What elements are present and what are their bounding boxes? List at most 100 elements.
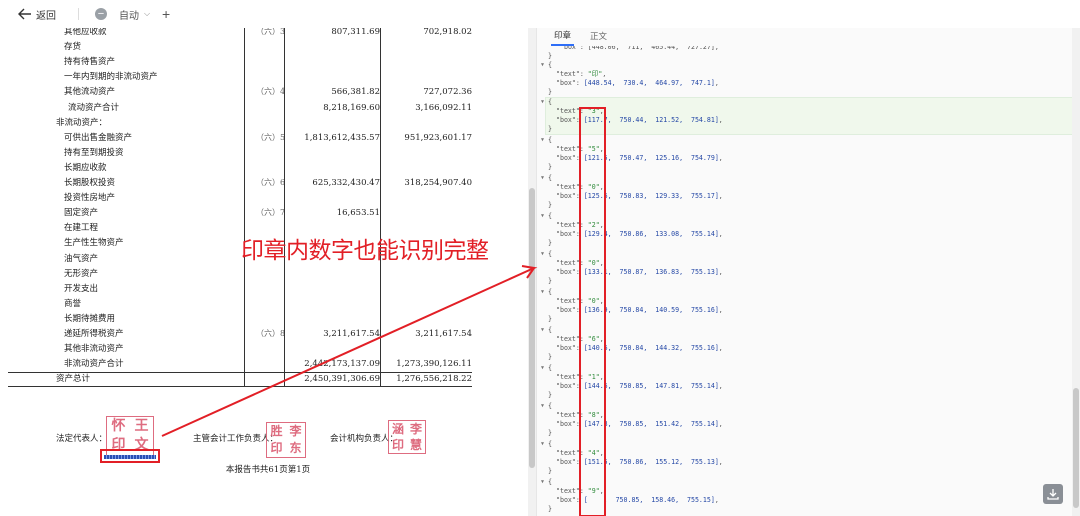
row-note: （六）5 <box>256 132 286 142</box>
signature-area: 法定代表人： 怀王印文 主管会计工作负责人： 胜李印东 会计机构负责人： 涵李印… <box>8 408 528 463</box>
json-line: "text": "2", <box>556 221 604 229</box>
json-line: "box": [151.5, 750.86, 155.12, 755.13], <box>556 458 723 466</box>
zoom-in-button[interactable]: + <box>160 6 172 22</box>
json-entry-open: ▼{ <box>541 326 552 335</box>
row-label: 持有待售资产 <box>64 57 116 68</box>
row-note: （六）4 <box>256 87 286 97</box>
row-label: 非流动资产合计 <box>64 359 124 370</box>
collapse-toggle-icon[interactable]: ▼ <box>541 136 544 145</box>
table-row: 长期待摊费用 <box>8 312 528 326</box>
json-entry-open: ▼{ <box>541 364 552 373</box>
json-entry-close: } <box>548 315 552 323</box>
scrollbar-thumb[interactable] <box>529 188 535 468</box>
zoom-out-button[interactable]: − <box>95 8 107 20</box>
zoom-value: 自动 <box>119 10 139 22</box>
collapse-toggle-icon[interactable]: ▼ <box>541 61 544 70</box>
back-label: 返回 <box>36 10 56 22</box>
row-label: 长期待摊费用 <box>64 313 116 324</box>
json-entry-close: } <box>548 125 552 133</box>
json-line: "text": "3", <box>556 107 604 115</box>
table-row: 固定资产 （六）7 16,653.51 <box>8 206 528 220</box>
json-line: "text": "5", <box>556 145 604 153</box>
row-value-current: 16,653.51 <box>336 208 380 219</box>
json-entry-open: ▼{ <box>541 250 552 259</box>
json-line: "box": [117.7, 750.44, 121.52, 754.81], <box>556 116 723 124</box>
zoom-select[interactable]: 自动 ⌵ <box>119 7 150 22</box>
row-label: 其他非流动资产 <box>64 344 124 355</box>
table-row: 非流动资产： <box>8 116 528 130</box>
arrow-left-icon <box>18 8 31 20</box>
json-entry-close: } <box>548 467 552 475</box>
table-row: 其他应收款 （六）3 807,311.69 702,918.02 <box>8 28 528 39</box>
scrollbar-thumb[interactable] <box>1073 388 1079 508</box>
json-line: "box": [125.6, 750.83, 129.33, 755.17], <box>556 192 723 200</box>
row-label: 固定资产 <box>64 208 99 219</box>
legal-rep-label: 法定代表人： <box>56 434 108 444</box>
json-entry-open: ▼{ <box>541 288 552 297</box>
json-entry-open: ▼{ <box>541 440 552 449</box>
json-entry-open: ▼{ <box>541 212 552 221</box>
row-note: （六）8 <box>256 329 286 338</box>
document-scrollbar[interactable] <box>528 28 536 516</box>
table-row: 可供出售金融资产 （六）5 1,813,612,435.57 951,923,601.… <box>8 131 528 145</box>
json-viewer[interactable]: "box": [448.06, 711, 465.44, 727.27],} ▼{… <box>537 46 1073 516</box>
document-viewer[interactable]: 其他应收款 （六）3 807,311.69 702,918.02 存货持有待售资产一年内… <box>8 28 528 516</box>
row-value-prior: 318,254,907.40 <box>404 178 472 188</box>
json-entry-close: } <box>548 277 552 285</box>
row-value-current: 3,211,617.54 <box>323 329 380 339</box>
table-divider <box>244 28 245 386</box>
table-row: 流动资产合计 8,218,169.60 3,166,092.11 <box>8 101 528 115</box>
json-line: "text": "8", <box>556 411 604 419</box>
row-label: 一年内到期的非流动资产 <box>64 72 158 83</box>
row-value-current: 807,311.69 <box>331 28 380 37</box>
json-entry-close: } <box>548 201 552 209</box>
toolbar: 返回 − 自动 ⌵ + <box>0 0 1080 28</box>
json-entry-open: ▼{ <box>541 478 552 487</box>
download-icon <box>1047 489 1059 500</box>
back-button[interactable]: 返回 <box>18 7 56 22</box>
collapse-toggle-icon[interactable]: ▼ <box>541 288 544 297</box>
collapse-toggle-icon[interactable]: ▼ <box>541 98 544 107</box>
collapse-toggle-icon[interactable]: ▼ <box>541 250 544 259</box>
json-entry-close: } <box>548 88 552 96</box>
table-row: 非流动资产合计 2,442,173,137.09 1,273,390,126.11 <box>8 357 528 371</box>
row-note: （六）3 <box>256 28 286 36</box>
row-label: 商誉 <box>64 298 82 309</box>
json-line: "text": "9", <box>556 487 604 495</box>
row-value-current: 8,218,169.60 <box>323 102 380 113</box>
row-label: 存货 <box>64 42 82 53</box>
row-label: 其他应收款 <box>64 28 107 37</box>
download-button[interactable] <box>1043 484 1063 504</box>
row-label: 油气资产 <box>64 253 99 264</box>
plus-icon: + <box>161 6 171 22</box>
collapse-toggle-icon[interactable]: ▼ <box>541 364 544 373</box>
json-entry-close: } <box>548 429 552 437</box>
row-value-prior: 702,918.02 <box>423 28 472 37</box>
json-line: "box": [ , 750.85, 158.46, 755.15], <box>556 496 719 504</box>
tab-body[interactable]: 正文 <box>590 30 607 46</box>
json-line: "box": [136.9, 750.84, 140.59, 755.16], <box>556 306 723 314</box>
json-line: "text": "0", <box>556 297 604 305</box>
collapse-toggle-icon[interactable]: ▼ <box>541 440 544 449</box>
row-label: 长期应收款 <box>64 162 107 173</box>
annotation-caption: 印章内数字也能识别完整 <box>241 238 489 264</box>
json-entry-close: } <box>548 505 552 513</box>
row-label: 流动资产合计 <box>68 102 120 113</box>
collapse-toggle-icon[interactable]: ▼ <box>541 174 544 183</box>
row-value-current: 2,442,173,137.09 <box>304 359 380 370</box>
row-value-current: 2,450,391,306.69 <box>304 374 380 385</box>
collapse-toggle-icon[interactable]: ▼ <box>541 478 544 487</box>
collapse-toggle-icon[interactable]: ▼ <box>541 212 544 221</box>
table-row: 开发支出 <box>8 282 528 296</box>
result-scrollbar[interactable] <box>1072 28 1080 516</box>
page-footer: 本报告书共61页第1页 <box>225 465 311 475</box>
collapse-toggle-icon[interactable]: ▼ <box>541 402 544 411</box>
table-row: 商誉 <box>8 297 528 311</box>
tab-seal[interactable]: 印章 <box>551 29 575 46</box>
result-panel: 印章 正文 "box": [448.06, 711, 465.44, 727.2… <box>536 28 1080 516</box>
accounting-head-seal: 胜李印东 <box>266 422 306 458</box>
table-divider <box>284 28 285 386</box>
collapse-toggle-icon[interactable]: ▼ <box>541 326 544 335</box>
row-label: 非流动资产： <box>56 117 108 128</box>
json-entry-open: ▼{ <box>541 402 552 411</box>
